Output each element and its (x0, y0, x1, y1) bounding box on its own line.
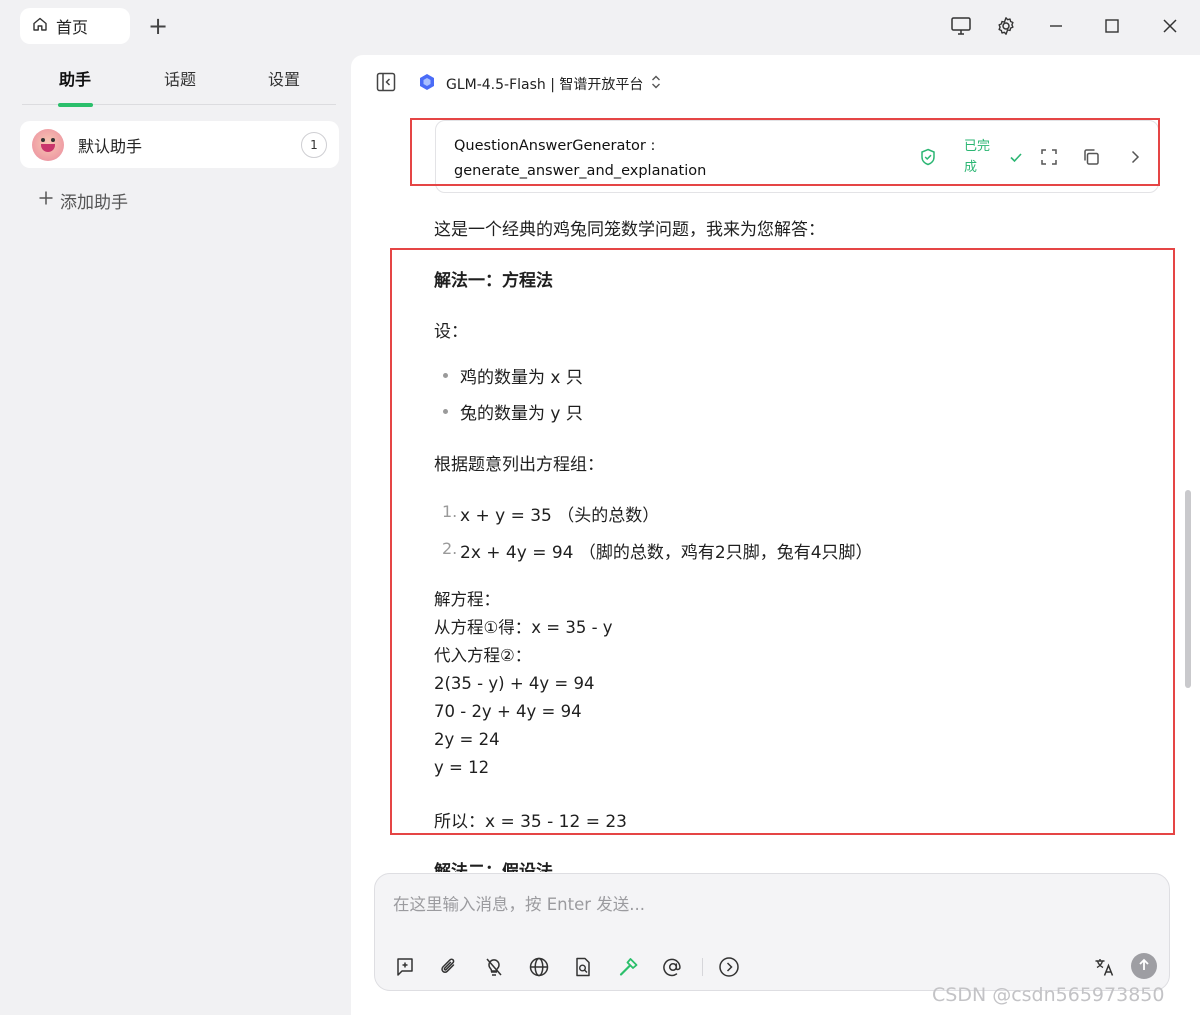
topic-count-badge: 1 (301, 132, 327, 158)
assistant-name: 默认助手 (78, 136, 143, 156)
tab-assistants[interactable]: 助手 (55, 66, 95, 90)
toolbar-divider (702, 958, 703, 976)
home-icon (32, 16, 48, 36)
knowledge-search-icon[interactable] (570, 954, 596, 980)
settings-gear-icon[interactable] (992, 12, 1020, 40)
close-button[interactable] (1156, 12, 1184, 40)
monitor-icon[interactable] (947, 12, 975, 40)
mcp-hammer-icon[interactable] (616, 954, 642, 980)
method1-heading: 解法一：方程法 (434, 271, 553, 291)
list-number: 1. (442, 502, 458, 521)
scrollbar-thumb[interactable] (1185, 490, 1191, 688)
answer-intro: 这是一个经典的鸡兔同笼数学问题，我来为您解答： (434, 220, 825, 240)
list-number: 2. (442, 539, 458, 558)
mention-at-icon[interactable] (660, 954, 686, 980)
new-tab-button[interactable]: + (146, 12, 170, 40)
tab-settings[interactable]: 设置 (264, 66, 304, 90)
method2-heading: 解法二：假设法 (434, 862, 553, 872)
send-button[interactable] (1131, 953, 1157, 979)
tab-topics[interactable]: 话题 (160, 66, 200, 90)
tab-home-label: 首页 (56, 18, 89, 37)
message-input[interactable] (393, 890, 1153, 918)
bullet-item-2: 兔的数量为 y 只 (460, 404, 583, 424)
solution-line: 70 - 2y + 4y = 94 (434, 702, 582, 721)
solution-line: 2y = 24 (434, 730, 500, 749)
equation-1: x + y = 35 （头的总数） (460, 506, 660, 526)
assistant-avatar (32, 128, 64, 161)
attachment-icon[interactable] (436, 954, 462, 980)
equation-2: 2x + 4y = 94 （脚的总数，鸡有2只脚，兔有4只脚） (460, 543, 873, 563)
model-logo-icon (418, 73, 436, 95)
bullet-dot (443, 409, 448, 414)
tab-home[interactable]: 首页 (20, 8, 130, 44)
add-assistant-button[interactable]: 添加助手 (38, 188, 128, 213)
solution-line: y = 12 (434, 758, 490, 777)
let-label: 设： (434, 322, 468, 342)
add-assistant-label: 添加助手 (60, 193, 128, 213)
assistant-item-default[interactable]: 默认助手 1 (20, 121, 339, 168)
composer (374, 873, 1170, 991)
solution-steps: 解方程： 从方程①得：x = 35 - y 代入方程②： 2(35 - y) +… (434, 586, 613, 782)
globe-icon[interactable] (526, 954, 552, 980)
conclusion-line: 所以：x = 35 - 12 = 23 (434, 812, 628, 832)
bullet-dot (443, 373, 448, 378)
minimize-button[interactable] (1042, 12, 1070, 40)
maximize-button[interactable] (1098, 12, 1126, 40)
model-label: GLM-4.5-Flash | 智谱开放平台 (446, 77, 644, 93)
solution-line: 代入方程②： (434, 646, 532, 665)
translate-icon[interactable] (1091, 954, 1117, 980)
arrow-up-icon (1137, 957, 1151, 976)
chevron-updown-icon (649, 74, 663, 94)
lightbulb-off-icon[interactable] (481, 954, 507, 980)
highlight-box-tool-call (410, 118, 1160, 186)
sidebar-toggle-icon[interactable] (376, 72, 396, 92)
more-chevron-circle-icon[interactable] (716, 954, 742, 980)
solution-line: 解方程： (434, 590, 500, 609)
solution-line: 2(35 - y) + 4y = 94 (434, 674, 595, 693)
model-selector[interactable]: GLM-4.5-Flash | 智谱开放平台 (418, 73, 663, 95)
clipped-content: 解法二：假设法 (351, 850, 1186, 872)
new-topic-icon[interactable] (392, 954, 418, 980)
bullet-item-1: 鸡的数量为 x 只 (460, 368, 583, 388)
equations-intro: 根据题意列出方程组： (434, 455, 604, 475)
plus-icon (38, 190, 54, 211)
solution-line: 从方程①得：x = 35 - y (434, 618, 613, 637)
watermark-text: CSDN @csdn565973850 (932, 984, 1165, 1006)
active-tab-indicator (58, 103, 93, 107)
